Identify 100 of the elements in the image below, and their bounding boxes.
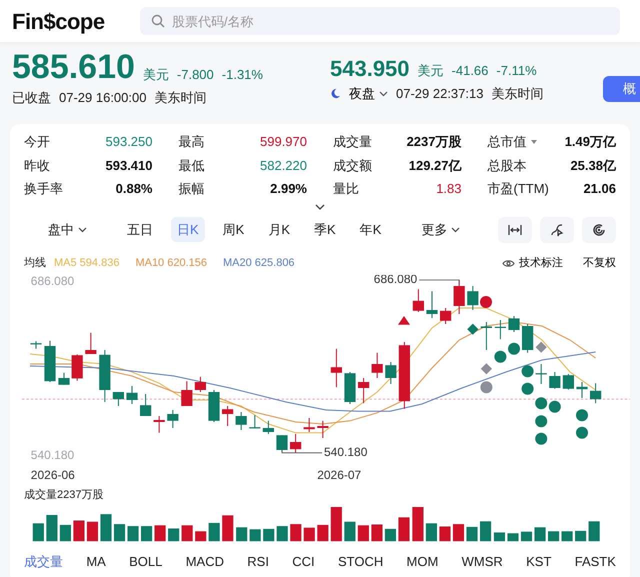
stat-value: 25.38亿 xyxy=(570,156,616,174)
currency-label: 美元 xyxy=(418,62,444,80)
eye-icon xyxy=(502,259,515,268)
timezone-label: 美东时间 xyxy=(491,85,544,103)
candlestick xyxy=(358,377,370,404)
indicator-tab[interactable]: BOLL xyxy=(129,552,162,572)
indicator-tab[interactable]: MOM xyxy=(406,552,438,572)
indicator-button[interactable] xyxy=(582,216,616,242)
indicator-tab[interactable]: CCI xyxy=(292,552,315,572)
candlestick xyxy=(276,434,288,452)
stat-value: 21.06 xyxy=(583,180,616,198)
stat-value: 2.99% xyxy=(270,180,307,198)
candlestick xyxy=(99,349,110,402)
session-time: 07-29 22:37:13 xyxy=(396,85,484,103)
fit-width-button[interactable] xyxy=(498,216,532,242)
candlestick xyxy=(72,353,83,381)
stat-value: 599.970 xyxy=(260,133,307,151)
timezone-label: 美东时间 xyxy=(154,89,206,107)
period-tab[interactable]: 季K xyxy=(308,216,342,242)
candlestick xyxy=(317,420,328,438)
caret-down-icon[interactable] xyxy=(530,140,536,144)
signal-marker xyxy=(480,362,492,374)
candlestick xyxy=(181,380,192,406)
candlestick xyxy=(385,361,396,384)
leader-line xyxy=(282,449,322,453)
stat-label: 总股本 xyxy=(488,156,526,174)
date-label: 2026-07 xyxy=(317,468,362,482)
session-dropdown[interactable]: 夜盘 xyxy=(349,84,388,104)
moving-average-label: MA20 625.806 xyxy=(223,256,295,272)
stat-value: 129.27亿 xyxy=(408,156,462,174)
last-price: 585.610 xyxy=(12,50,135,84)
candlestick xyxy=(549,371,560,389)
period-tab[interactable]: 更多 xyxy=(415,216,466,242)
stat-label: 成交量 xyxy=(333,133,372,151)
logo: Fin$cope xyxy=(12,8,106,36)
candlestick xyxy=(249,414,260,428)
signal-marker xyxy=(548,400,561,412)
stat-value: 1.49万亿 xyxy=(564,133,616,151)
candlestick xyxy=(398,341,410,409)
signal-marker xyxy=(494,350,506,362)
stat-value: 593.410 xyxy=(106,156,152,174)
candlestick xyxy=(112,391,124,406)
indicator-tab[interactable]: WMSR xyxy=(462,552,503,572)
indicator-tab[interactable]: RSI xyxy=(247,552,269,572)
indicator-tab[interactable]: FASTK xyxy=(574,552,616,572)
signal-marker xyxy=(535,414,548,427)
candlestick xyxy=(262,420,274,434)
stat-value: 0.88% xyxy=(116,180,152,198)
signal-marker xyxy=(522,382,534,394)
stat-label: 今开 xyxy=(24,133,50,151)
target-icon xyxy=(592,222,606,236)
candlestick xyxy=(140,393,152,416)
adjust-dropdown[interactable]: 不复权 xyxy=(583,255,616,272)
period-tab[interactable]: 年K xyxy=(354,216,388,242)
moon-icon xyxy=(330,88,341,100)
indicator-tab[interactable]: 成交量 xyxy=(24,552,63,572)
legend-title: 均线 xyxy=(24,256,46,272)
percent-change: -1.31% xyxy=(222,66,263,84)
price-change: -7.800 xyxy=(176,66,214,84)
candlestick xyxy=(412,288,424,312)
indicator-tab[interactable]: MA xyxy=(86,552,106,572)
overview-button[interactable]: 概 xyxy=(603,76,640,102)
candlestick xyxy=(467,285,478,310)
indicator-tab[interactable]: MACD xyxy=(186,552,224,572)
search-icon xyxy=(151,14,165,28)
candlestick xyxy=(304,417,315,432)
arrows-horizontal-icon xyxy=(508,224,522,236)
period-tab[interactable]: 日K xyxy=(171,216,205,242)
candlestick xyxy=(330,348,342,388)
period-tab[interactable]: 盘中 xyxy=(42,216,93,242)
signal-marker xyxy=(536,341,547,352)
candlestick xyxy=(372,352,383,378)
stat-label: 量比 xyxy=(333,180,359,198)
pen-curve-icon xyxy=(550,222,564,236)
candlestick xyxy=(344,371,356,404)
stat-value: 1.83 xyxy=(436,180,462,198)
candlestick xyxy=(222,405,234,426)
candlestick xyxy=(208,389,220,422)
candlestick xyxy=(480,321,492,350)
stat-label: 最高 xyxy=(178,133,204,151)
currency-label: 美元 xyxy=(142,66,169,84)
period-tab[interactable]: 五日 xyxy=(121,216,159,242)
indicator-tab[interactable]: KST xyxy=(526,552,552,572)
draw-tool-button[interactable] xyxy=(540,216,574,242)
annotation-toggle[interactable]: 技术标注 xyxy=(519,255,563,272)
candlestick xyxy=(508,315,520,332)
signal-marker xyxy=(508,342,520,354)
search-field[interactable]: 股票代码/名称 xyxy=(140,7,620,35)
signal-marker xyxy=(480,296,492,308)
stat-label: 总市值 xyxy=(488,133,526,151)
candlestick xyxy=(58,372,70,385)
expand-chevron-icon[interactable] xyxy=(315,204,325,210)
stat-label: 昨收 xyxy=(24,156,50,174)
candlestick xyxy=(562,373,574,390)
moving-average-label: MA10 620.156 xyxy=(135,256,207,272)
signal-marker xyxy=(398,316,410,324)
candlestick xyxy=(576,381,588,398)
period-tab[interactable]: 月K xyxy=(262,216,296,242)
indicator-tab[interactable]: STOCH xyxy=(338,552,384,572)
period-tab[interactable]: 周K xyxy=(216,216,250,242)
